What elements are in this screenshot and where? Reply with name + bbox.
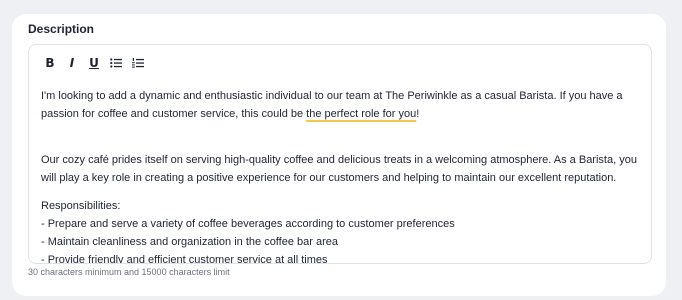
numbered-list-icon	[132, 58, 144, 68]
underline-icon: U	[89, 56, 99, 70]
highlighted-text: the perfect role for you	[306, 108, 417, 120]
editor-content[interactable]: I'm looking to add a dynamic and enthusi…	[41, 87, 641, 264]
list-item: - Maintain cleanliness and organization …	[41, 236, 338, 248]
italic-icon: I	[69, 56, 75, 70]
italic-button[interactable]: I	[61, 54, 83, 72]
bold-button[interactable]: B	[39, 54, 61, 72]
list-item: - Provide friendly and efficient custome…	[41, 254, 328, 264]
responsibilities-heading: Responsibilities:	[41, 200, 121, 212]
bulleted-list-icon	[110, 58, 122, 68]
body-paragraph: Our cozy café prides itself on serving h…	[41, 154, 637, 184]
list-item: - Prepare and serve a variety of coffee …	[41, 218, 455, 230]
bold-icon: B	[45, 56, 55, 70]
helper-text: 30 characters minimum and 15000 characte…	[28, 267, 230, 277]
rich-text-editor[interactable]: B I U I'm looking to add a dynamic and e…	[28, 44, 652, 264]
description-card: Description B I U I'm looking to add a d…	[12, 14, 666, 296]
underline-button[interactable]: U	[83, 54, 105, 72]
intro-paragraph: I'm looking to add a dynamic and enthusi…	[41, 90, 623, 120]
editor-toolbar: B I U	[39, 54, 149, 72]
bullet-list-button[interactable]	[105, 54, 127, 72]
numbered-list-button[interactable]	[127, 54, 149, 72]
field-label: Description	[28, 22, 95, 36]
